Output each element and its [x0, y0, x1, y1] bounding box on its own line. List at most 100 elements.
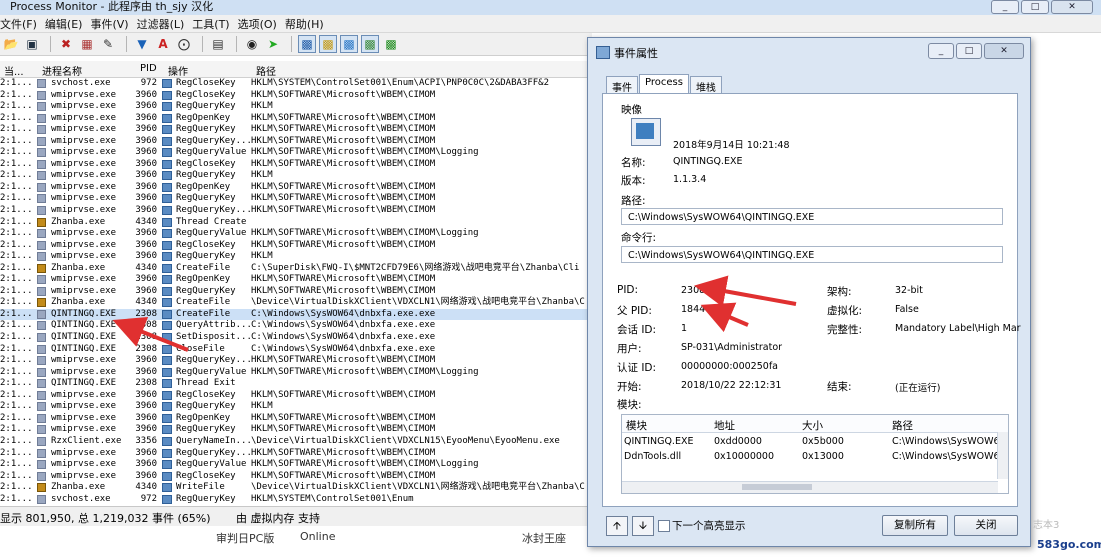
next-highlight-checkbox[interactable] — [658, 520, 670, 532]
table-row[interactable]: 2:1... wmiprvse.exe 3960 RegCloseKey HKLM\SO… — [0, 471, 590, 483]
operation-icon — [162, 333, 172, 343]
table-row[interactable]: 2:1... wmiprvse.exe 3960 RegQueryKey HKLM — [0, 251, 590, 263]
dialog-minimize-button[interactable]: _ — [928, 43, 954, 59]
end-label: 结束: — [827, 381, 852, 393]
modules-vertical-scrollbar[interactable] — [997, 432, 1008, 479]
autoscroll-icon[interactable]: ▦ — [78, 35, 96, 53]
table-row[interactable]: 2:1... wmiprvse.exe 3960 RegQueryKey HKLM — [0, 101, 590, 113]
mod-col-module[interactable]: 模块 — [626, 418, 647, 433]
cmdline-field[interactable]: C:\Windows\SysWOW64\QINTINGQ.EXE — [621, 246, 1003, 263]
table-row[interactable]: 2:1... wmiprvse.exe 3960 RegQueryValue HKLM\… — [0, 459, 590, 471]
watermark-faint: 志本3 — [1033, 520, 1060, 531]
find-icon[interactable]: ◉ — [243, 35, 261, 53]
close-dialog-button[interactable]: 关闭 — [954, 515, 1018, 536]
event-list[interactable]: 2:1... svchost.exe 972 RegCloseKey HKLM\SYST… — [0, 78, 590, 506]
col-pid[interactable]: PID — [140, 63, 157, 74]
menu-file[interactable]: 文件(F) — [0, 16, 45, 32]
col-path[interactable]: 路径 — [256, 63, 276, 78]
taskbar-item[interactable]: Online — [300, 530, 335, 543]
list-item[interactable]: DdnTools.dll 0x10000000 0x13000 C:\Windo… — [622, 450, 1008, 465]
list-item[interactable]: QINTINGQ.EXE 0xdd0000 0x5b000 C:\Windows… — [622, 435, 1008, 450]
taskbar-item[interactable]: 冰封王座 — [522, 530, 566, 546]
target-icon[interactable]: ⨀ — [175, 35, 193, 53]
table-row[interactable]: 2:1... QINTINGQ.EXE 2308 SetDisposit... C:\W… — [0, 332, 590, 344]
process-icon — [37, 367, 46, 377]
highlight-icon[interactable]: A — [154, 35, 172, 53]
table-row[interactable]: 2:1... wmiprvse.exe 3960 RegQueryKey HKLM\SO… — [0, 124, 590, 136]
table-row[interactable]: 2:1... wmiprvse.exe 3960 RegQueryKey... HKLM… — [0, 355, 590, 367]
taskbar-item[interactable]: 审判日PC版 — [216, 530, 274, 546]
table-row[interactable]: 2:1... wmiprvse.exe 3960 RegOpenKey HKLM\SOF… — [0, 113, 590, 125]
menu-edit[interactable]: 编辑(E) — [45, 16, 91, 32]
table-row[interactable]: 2:1... wmiprvse.exe 3960 RegQueryKey HKLM\SO… — [0, 424, 590, 436]
table-row[interactable]: 2:1... Zhanba.exe 4340 Thread Create — [0, 217, 590, 229]
table-row[interactable]: 2:1... wmiprvse.exe 3960 RegOpenKey HKLM\SOF… — [0, 182, 590, 194]
table-row[interactable]: 2:1... wmiprvse.exe 3960 RegCloseKey HKLM\SO… — [0, 390, 590, 402]
table-row[interactable]: 2:1... wmiprvse.exe 3960 RegQueryKey HKLM — [0, 170, 590, 182]
magnify-icon[interactable]: ✖ — [57, 35, 75, 53]
file-activity-icon[interactable]: ▩ — [319, 35, 337, 53]
table-row[interactable]: 2:1... wmiprvse.exe 3960 RegQueryValue HKLM\… — [0, 147, 590, 159]
minimize-button[interactable]: _ — [991, 0, 1019, 14]
table-row[interactable]: 2:1... wmiprvse.exe 3960 RegQueryValue HKLM\… — [0, 367, 590, 379]
save-icon[interactable]: ▣ — [23, 35, 41, 53]
table-row[interactable]: 2:1... wmiprvse.exe 3960 RegQueryKey HKLM\SO… — [0, 286, 590, 298]
table-row[interactable]: 2:1... wmiprvse.exe 3960 RegQueryKey... HKLM… — [0, 205, 590, 217]
table-row[interactable]: 2:1... svchost.exe 972 RegQueryKey HKLM\SYST… — [0, 494, 590, 506]
table-row[interactable]: 2:1... wmiprvse.exe 3960 RegQueryValue HKLM\… — [0, 228, 590, 240]
col-operation[interactable]: 操作 — [168, 63, 188, 78]
table-row[interactable]: 2:1... wmiprvse.exe 3960 RegQueryKey HKLM — [0, 401, 590, 413]
table-row[interactable]: 2:1... wmiprvse.exe 3960 RegQueryKey HKLM\SO… — [0, 193, 590, 205]
bookmark-icon[interactable]: ➤ — [264, 35, 282, 53]
dialog-close-button[interactable]: ✕ — [984, 43, 1024, 59]
menu-filter[interactable]: 过滤器(L) — [137, 16, 193, 32]
table-row[interactable]: 2:1... svchost.exe 972 RegCloseKey HKLM\SYST… — [0, 78, 590, 90]
maximize-button[interactable]: □ — [1021, 0, 1049, 14]
table-row[interactable]: 2:1... wmiprvse.exe 3960 RegCloseKey HKLM\SO… — [0, 240, 590, 252]
table-row[interactable]: 2:1... wmiprvse.exe 3960 RegOpenKey HKLM\SOF… — [0, 274, 590, 286]
menu-options[interactable]: 选项(O) — [238, 16, 285, 32]
menu-help[interactable]: 帮助(H) — [285, 16, 332, 32]
col-process[interactable]: 进程名称 — [42, 63, 82, 78]
ppid-label: 父 PID: — [617, 305, 652, 317]
open-icon[interactable]: 📂 — [2, 35, 20, 53]
jump-icon[interactable]: ▤ — [209, 35, 227, 53]
menu-tools[interactable]: 工具(T) — [192, 16, 237, 32]
table-row[interactable]: 2:1... wmiprvse.exe 3960 RegOpenKey HKLM\SOF… — [0, 413, 590, 425]
path-field[interactable]: C:\Windows\SysWOW64\QINTINGQ.EXE — [621, 208, 1003, 225]
dialog-maximize-button[interactable]: □ — [956, 43, 982, 59]
table-row[interactable]: 2:1... Zhanba.exe 4340 CreateFile C:\SuperDi… — [0, 263, 590, 275]
clear-icon[interactable]: ✎ — [99, 35, 117, 53]
col-time[interactable]: 当... — [4, 63, 24, 78]
close-button[interactable]: ✕ — [1051, 0, 1093, 14]
registry-activity-icon[interactable]: ▩ — [298, 35, 316, 53]
table-row[interactable]: 2:1... Zhanba.exe 4340 WriteFile \Device\Vir… — [0, 482, 590, 494]
table-row[interactable]: 2:1... QINTINGQ.EXE 2308 CreateFile C:\Windo… — [0, 308, 590, 321]
tab-process[interactable]: Process — [639, 74, 689, 95]
table-row[interactable]: 2:1... wmiprvse.exe 3960 RegQueryKey... HKLM… — [0, 448, 590, 460]
table-row[interactable]: 2:1... wmiprvse.exe 3960 RegQueryKey... HKLM… — [0, 136, 590, 148]
network-activity-icon[interactable]: ▩ — [340, 35, 358, 53]
table-row[interactable]: 2:1... QINTINGQ.EXE 2308 QueryAttrib... C:\W… — [0, 320, 590, 332]
previous-event-button[interactable]: 🡩 — [606, 516, 628, 536]
filter-icon[interactable]: ▼ — [133, 35, 151, 53]
operation-icon — [162, 413, 172, 423]
table-row[interactable]: 2:1... QINTINGQ.EXE 2308 Thread Exit — [0, 378, 590, 390]
mod-col-path[interactable]: 路径 — [892, 418, 913, 433]
table-row[interactable]: 2:1... RzxClient.exe 3356 QueryNameIn... \De… — [0, 436, 590, 448]
table-row[interactable]: 2:1... wmiprvse.exe 3960 RegCloseKey HKLM\SO… — [0, 90, 590, 102]
copy-all-button[interactable]: 复制所有 — [882, 515, 948, 536]
table-row[interactable]: 2:1... wmiprvse.exe 3960 RegCloseKey HKLM\SO… — [0, 159, 590, 171]
table-row[interactable]: 2:1... Zhanba.exe 4340 CreateFile \Device\Vi… — [0, 297, 590, 309]
profiling-icon[interactable]: ▩ — [382, 35, 400, 53]
modules-horizontal-scrollbar[interactable] — [622, 481, 998, 493]
mod-col-size[interactable]: 大小 — [802, 418, 823, 433]
menu-event[interactable]: 事件(V) — [90, 16, 136, 32]
mod-col-address[interactable]: 地址 — [714, 418, 735, 433]
main-title-bar: Process Monitor - 此程序由 th_sjy 汉化 _ □ ✕ — [0, 0, 1101, 16]
process-activity-icon[interactable]: ▩ — [361, 35, 379, 53]
table-row[interactable]: 2:1... QINTINGQ.EXE 2308 CloseFile C:\Window… — [0, 344, 590, 356]
next-event-button[interactable]: 🡫 — [632, 516, 654, 536]
toolbar-divider — [291, 36, 292, 52]
modules-list[interactable]: 模块 地址 大小 路径 QINTINGQ.EXE 0xdd0000 0x5b00… — [621, 414, 1009, 494]
